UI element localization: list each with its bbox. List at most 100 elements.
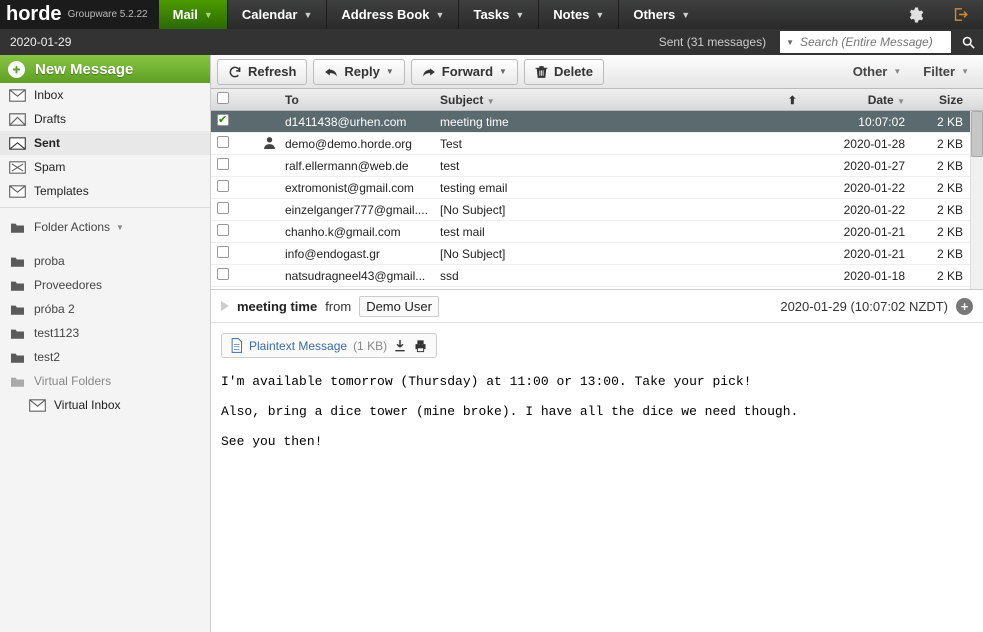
inbox-icon — [28, 398, 46, 412]
row-subject: meeting time — [434, 115, 775, 129]
sort-arrow-icon[interactable]: ⬆ — [788, 95, 797, 107]
virtual-inbox[interactable]: Virtual Inbox — [0, 393, 210, 417]
expand-icon[interactable] — [221, 301, 229, 311]
row-size: 2 KB — [911, 137, 969, 151]
folder-status: Sent (31 messages) — [647, 35, 778, 49]
search-button[interactable] — [953, 29, 983, 55]
row-subject: test — [434, 159, 775, 173]
message-row[interactable]: ralf.ellermann@web.de test 2020-01-27 2 … — [211, 155, 983, 177]
col-size[interactable]: Size — [911, 93, 969, 107]
chevron-down-icon: ▼ — [499, 67, 507, 76]
row-checkbox[interactable] — [217, 114, 229, 126]
nav-address book[interactable]: Address Book▼ — [326, 0, 458, 29]
folder-actions[interactable]: Folder Actions ▼ — [0, 215, 210, 239]
attachment-bar: Plaintext Message (1 KB) — [211, 323, 983, 358]
virtual-folders[interactable]: Virtual Folders — [0, 369, 210, 393]
message-row[interactable]: natsudragneel43@gmail... ssd 2020-01-18 … — [211, 265, 983, 287]
drafts-icon — [8, 112, 26, 126]
row-checkbox[interactable] — [217, 180, 229, 192]
search-box[interactable]: ▼ — [780, 31, 951, 53]
virtual-inbox-label: Virtual Inbox — [54, 398, 121, 412]
other-menu[interactable]: Other▼ — [845, 64, 910, 79]
message-row[interactable]: d1411438@urhen.com meeting time 10:07:02… — [211, 111, 983, 133]
row-size: 2 KB — [911, 181, 969, 195]
folder-proveedores[interactable]: Proveedores — [0, 273, 210, 297]
filter-menu[interactable]: Filter▼ — [915, 64, 977, 79]
spam-icon — [8, 160, 26, 174]
settings-button[interactable] — [892, 0, 938, 29]
col-subject[interactable]: Subject ▼ — [434, 93, 775, 107]
nav-calendar[interactable]: Calendar▼ — [227, 0, 327, 29]
row-size: 2 KB — [911, 203, 969, 217]
mailbox-inbox[interactable]: Inbox — [0, 83, 210, 107]
mailbox-drafts[interactable]: Drafts — [0, 107, 210, 131]
row-to: chanho.k@gmail.com — [279, 225, 434, 239]
scrollbar-thumb[interactable] — [971, 111, 983, 157]
reply-button[interactable]: Reply ▼ — [313, 59, 404, 85]
preview-from-user[interactable]: Demo User — [359, 296, 439, 317]
row-to: d1411438@urhen.com — [279, 115, 434, 129]
download-icon[interactable] — [393, 339, 407, 353]
select-all-checkbox[interactable] — [217, 92, 229, 104]
row-checkbox[interactable] — [217, 202, 229, 214]
mailbox-spam[interactable]: Spam — [0, 155, 210, 179]
refresh-button[interactable]: Refresh — [217, 59, 307, 85]
message-row[interactable]: extromonist@gmail.com testing email 2020… — [211, 177, 983, 199]
message-row[interactable]: demo@demo.horde.org Test 2020-01-28 2 KB — [211, 133, 983, 155]
row-checkbox[interactable] — [217, 158, 229, 170]
row-checkbox[interactable] — [217, 224, 229, 236]
nav-others[interactable]: Others▼ — [618, 0, 704, 29]
folder-icon — [8, 302, 26, 316]
col-date[interactable]: Date ▼ — [803, 93, 911, 107]
row-date: 10:07:02 — [803, 115, 911, 129]
search-input[interactable] — [800, 35, 945, 49]
row-subject: test mail — [434, 225, 775, 239]
mailbox-templates[interactable]: Templates — [0, 179, 210, 203]
new-message-button[interactable]: + New Message — [0, 55, 210, 83]
message-row[interactable]: info@endogast.gr [No Subject] 2020-01-21… — [211, 243, 983, 265]
reply-icon — [324, 66, 338, 78]
row-subject: Test — [434, 137, 775, 151]
folder-próba 2[interactable]: próba 2 — [0, 297, 210, 321]
forward-button[interactable]: Forward ▼ — [411, 59, 518, 85]
new-message-label: New Message — [35, 61, 133, 78]
delete-button[interactable]: Delete — [524, 59, 604, 85]
nav-mail[interactable]: Mail▼ — [158, 0, 227, 29]
row-checkbox[interactable] — [217, 246, 229, 258]
row-size: 2 KB — [911, 225, 969, 239]
attachment-item[interactable]: Plaintext Message (1 KB) — [221, 333, 437, 358]
expand-message-button[interactable]: + — [956, 298, 973, 315]
message-row[interactable]: einzelganger777@gmail.... [No Subject] 2… — [211, 199, 983, 221]
templates-icon — [8, 184, 26, 198]
row-to: natsudragneel43@gmail... — [279, 269, 434, 283]
nav-tasks[interactable]: Tasks▼ — [458, 0, 538, 29]
col-to[interactable]: To — [279, 93, 434, 107]
folder-test2[interactable]: test2 — [0, 345, 210, 369]
logout-button[interactable] — [938, 0, 983, 29]
row-subject: [No Subject] — [434, 247, 775, 261]
folder-test1123[interactable]: test1123 — [0, 321, 210, 345]
row-to: einzelganger777@gmail.... — [279, 203, 434, 217]
row-checkbox[interactable] — [217, 268, 229, 280]
mailbox-sent[interactable]: Sent — [0, 131, 210, 155]
row-date: 2020-01-21 — [803, 225, 911, 239]
search-dropdown-icon[interactable]: ▼ — [786, 38, 794, 47]
message-row[interactable]: chanho.k@gmail.com test mail 2020-01-21 … — [211, 221, 983, 243]
chevron-down-icon: ▼ — [961, 67, 969, 76]
logout-icon — [952, 6, 969, 23]
chevron-down-icon: ▼ — [515, 10, 524, 20]
folder-icon — [8, 254, 26, 268]
chevron-down-icon: ▼ — [893, 67, 901, 76]
folder-proba[interactable]: proba — [0, 249, 210, 273]
row-checkbox[interactable] — [217, 136, 229, 148]
current-date: 2020-01-29 — [0, 35, 81, 49]
nav-notes[interactable]: Notes▼ — [538, 0, 618, 29]
brand-logo: horde — [6, 3, 62, 26]
sidebar: + New Message InboxDraftsSentSpamTemplat… — [0, 55, 211, 632]
row-to: info@endogast.gr — [279, 247, 434, 261]
print-icon[interactable] — [413, 339, 428, 353]
chevron-down-icon: ▼ — [303, 10, 312, 20]
scrollbar[interactable] — [970, 111, 983, 289]
row-date: 2020-01-21 — [803, 247, 911, 261]
folder-actions-label: Folder Actions — [34, 220, 110, 234]
